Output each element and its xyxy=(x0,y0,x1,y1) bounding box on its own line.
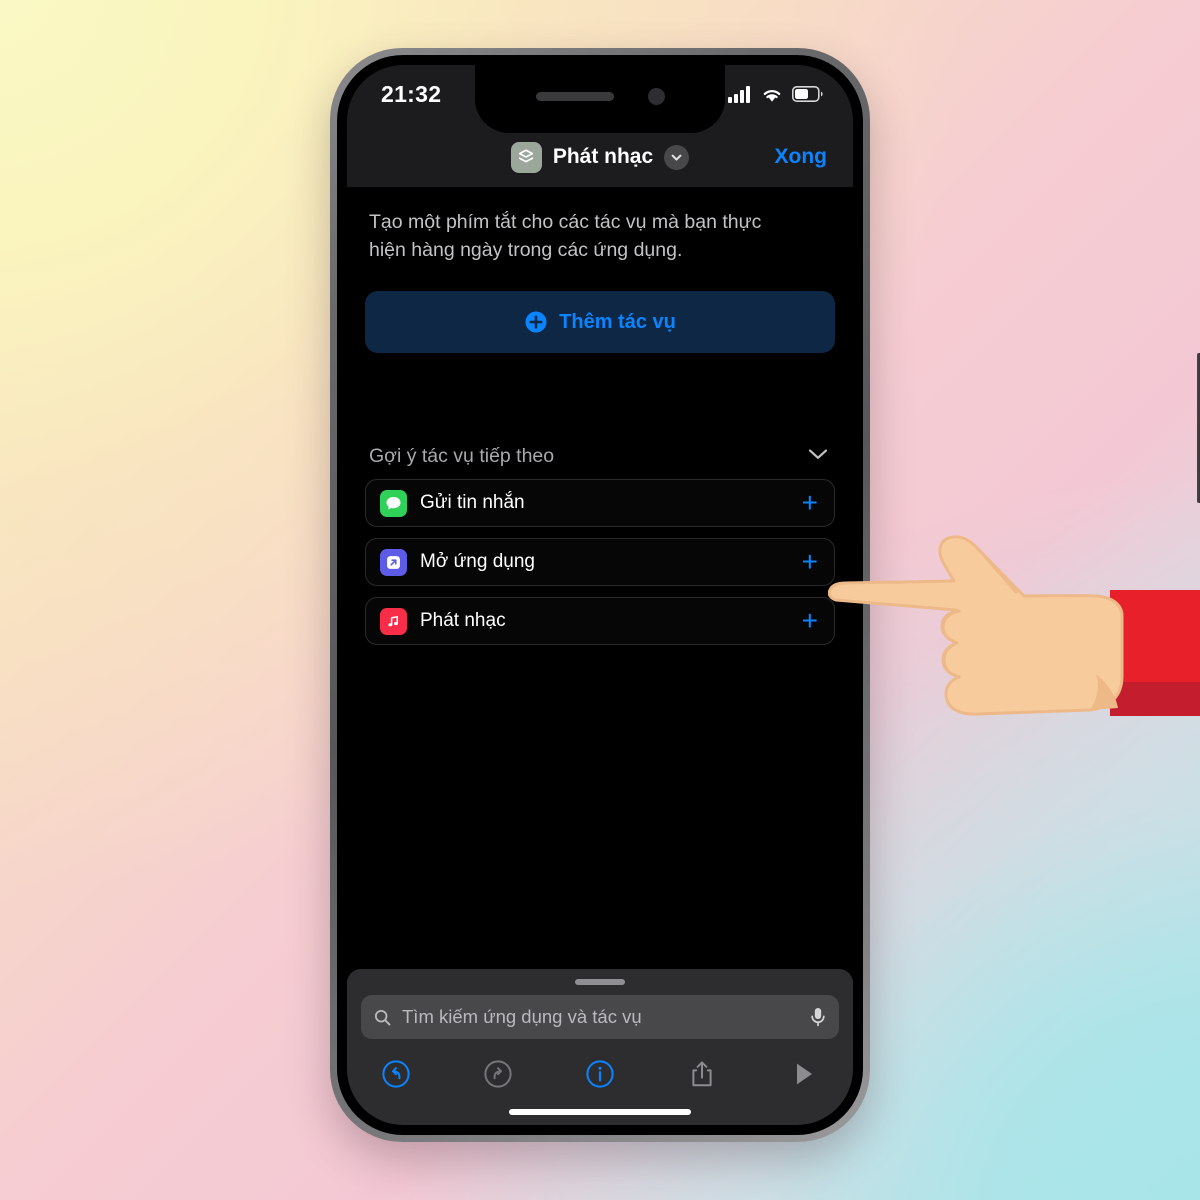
done-button[interactable]: Xong xyxy=(775,145,828,169)
drag-handle[interactable] xyxy=(575,979,625,985)
page-title: Phát nhạc xyxy=(552,145,654,168)
suggestion-row-send-message[interactable]: Gửi tin nhắn + xyxy=(365,479,835,528)
search-bar[interactable]: Tìm kiếm ứng dụng và tác vụ xyxy=(361,995,839,1039)
plus-icon[interactable]: + xyxy=(802,489,818,517)
suggestion-row-open-app[interactable]: Mở ứng dụng + xyxy=(365,538,835,587)
phone-body: 21:32 Phát nhạc Xong Tạo một phím tắt ch… xyxy=(337,55,863,1135)
messages-icon xyxy=(380,489,407,517)
info-button[interactable] xyxy=(577,1054,623,1094)
suggestion-label: Phát nhạc xyxy=(420,610,506,632)
sleeve-cuff-shadow xyxy=(1110,682,1200,716)
search-input[interactable]: Tìm kiếm ứng dụng và tác vụ xyxy=(402,1006,799,1028)
front-camera-icon xyxy=(647,87,665,105)
redo-button[interactable] xyxy=(475,1054,521,1094)
pointing-hand-icon xyxy=(828,535,1200,716)
music-icon xyxy=(380,607,407,635)
earpiece-speaker-icon xyxy=(535,91,614,101)
wifi-icon xyxy=(763,89,781,102)
navigation-bar: Phát nhạc Xong xyxy=(347,127,853,187)
plus-icon[interactable]: + xyxy=(802,607,818,635)
share-button[interactable] xyxy=(679,1054,725,1094)
suggestions-title: Gợi ý tác vụ tiếp theo xyxy=(369,445,555,468)
chevron-down-icon[interactable] xyxy=(806,447,830,466)
chevron-down-icon[interactable] xyxy=(664,144,690,170)
suggestion-row-play-music[interactable]: Phát nhạc + xyxy=(365,597,835,646)
shortcut-title-group[interactable]: Phát nhạc xyxy=(510,141,690,173)
microphone-icon[interactable] xyxy=(809,1006,827,1028)
shortcuts-layers-icon xyxy=(510,141,542,173)
play-button[interactable] xyxy=(781,1054,827,1094)
suggestion-label: Gửi tin nhắn xyxy=(420,492,525,514)
add-action-button[interactable]: Thêm tác vụ xyxy=(365,291,835,354)
open-app-icon xyxy=(380,548,407,576)
plus-circle-icon xyxy=(525,311,547,333)
phone-screen: 21:32 Phát nhạc Xong Tạo một phím tắt ch… xyxy=(347,65,853,1125)
notch xyxy=(475,65,725,133)
status-indicators xyxy=(728,85,823,103)
search-icon xyxy=(374,1009,391,1025)
status-time: 21:32 xyxy=(381,80,442,107)
suggestions-header[interactable]: Gợi ý tác vụ tiếp theo xyxy=(365,445,835,468)
plus-icon[interactable]: + xyxy=(802,548,818,576)
phone-frame: 21:32 Phát nhạc Xong Tạo một phím tắt ch… xyxy=(330,48,1200,1142)
undo-button[interactable] xyxy=(373,1054,419,1094)
suggestion-label: Mở ứng dụng xyxy=(420,551,535,573)
bottom-panel: Tìm kiếm ứng dụng và tác vụ xyxy=(347,969,853,1125)
add-action-label: Thêm tác vụ xyxy=(559,310,676,333)
battery-icon xyxy=(792,86,823,102)
home-indicator[interactable] xyxy=(509,1109,691,1115)
description-text: Tạo một phím tắt cho các tác vụ mà bạn t… xyxy=(369,211,762,261)
editor-toolbar xyxy=(361,1045,839,1103)
cellular-signal-icon xyxy=(728,85,750,103)
